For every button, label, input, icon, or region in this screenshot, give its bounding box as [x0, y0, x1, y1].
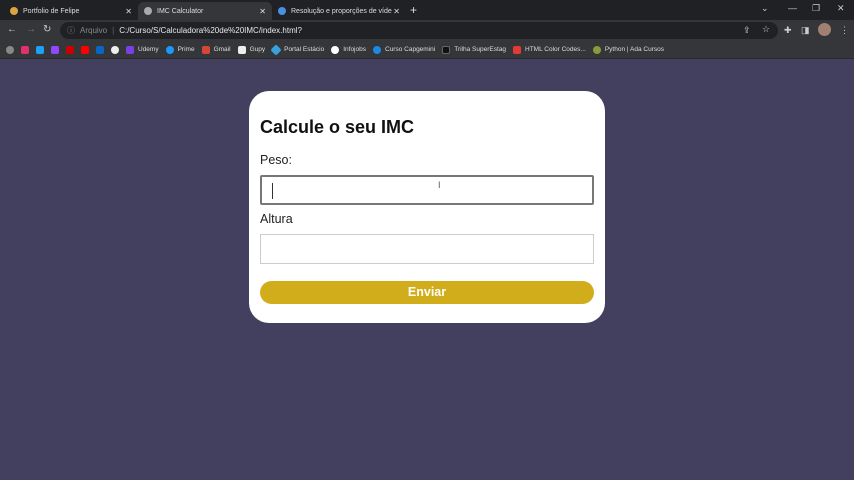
- menu-icon[interactable]: ⋮: [840, 25, 849, 36]
- bookmark-gupy[interactable]: Gupy: [237, 45, 266, 54]
- toolbar: ← → ↻ ⓘ Arquivo | C:/Curso/S/Calculadora…: [0, 20, 854, 41]
- globe-icon: [144, 7, 152, 15]
- estacio-icon: [270, 43, 282, 56]
- text-caret: [272, 183, 273, 199]
- bookmark-label: Prime: [177, 46, 195, 53]
- tab-bar: Portfolio de Felipe ✕ IMC Calculator ✕ Res…: [0, 0, 854, 20]
- bookmark-label: Udemy: [138, 46, 159, 53]
- prime-icon: [165, 45, 174, 54]
- bookmark-label: Gupy: [249, 46, 266, 53]
- capgemini-icon: [373, 45, 381, 54]
- text-cursor-icon: I: [438, 180, 441, 190]
- bookmark-gmail[interactable]: Gmail: [201, 45, 231, 54]
- form-title: Calcule o seu IMC: [260, 117, 415, 137]
- superestag-icon: [442, 45, 451, 54]
- infojobs-icon: [331, 45, 340, 54]
- extensions-icon[interactable]: ✚: [784, 25, 792, 36]
- tab-imc-calculator[interactable]: IMC Calculator ✕: [138, 2, 272, 20]
- bookmark-star-icon[interactable]: ☆: [762, 24, 770, 35]
- bookmark-prime[interactable]: Prime: [165, 45, 195, 54]
- enviar-button[interactable]: Enviar: [260, 281, 594, 304]
- html-color-icon: [513, 45, 522, 54]
- peso-input[interactable]: I: [260, 175, 594, 205]
- minimize-button[interactable]: —: [788, 3, 797, 13]
- reload-button[interactable]: ↻: [43, 24, 51, 35]
- info-icon: ⓘ: [67, 26, 75, 35]
- gmail-icon: [201, 45, 210, 54]
- youtube-icon[interactable]: [81, 45, 89, 54]
- close-window-button[interactable]: ✕: [837, 3, 845, 14]
- bookmark-icon[interactable]: [6, 45, 14, 54]
- address-bar[interactable]: ⓘ Arquivo | C:/Curso/S/Calculadora%20de%…: [60, 22, 778, 39]
- forward-button[interactable]: →: [26, 24, 36, 35]
- tab-label: Resolução e proporções de víde: [291, 7, 392, 15]
- close-tab-icon[interactable]: ✕: [393, 6, 400, 16]
- bookmark-capgemini[interactable]: Curso Capgemini: [373, 45, 436, 54]
- bookmark-portal-estacio[interactable]: Portal Estácio: [270, 43, 325, 56]
- bookmark-label: Infojobs: [343, 46, 366, 53]
- instagram-icon[interactable]: [21, 45, 29, 54]
- avatar[interactable]: [818, 23, 831, 36]
- bookmark-label: Gmail: [213, 46, 231, 53]
- linkedin-icon[interactable]: [96, 45, 104, 54]
- bookmark-label: Portal Estácio: [284, 46, 325, 53]
- twitter-icon[interactable]: [36, 45, 44, 54]
- bookmark-html-color-codes[interactable]: HTML Color Codes...: [513, 45, 586, 54]
- new-tab-button[interactable]: +: [410, 3, 417, 17]
- share-icon[interactable]: ⇪: [743, 25, 751, 36]
- gupy-icon: [237, 45, 246, 54]
- address-url: C:/Curso/S/Calculadora%20de%20IMC/index.…: [119, 26, 302, 35]
- tab-label: Portfolio de Felipe: [23, 7, 80, 15]
- github-icon[interactable]: [111, 45, 119, 54]
- altura-input[interactable]: [260, 234, 594, 264]
- favicon-icon: [10, 7, 18, 15]
- tab-search-icon[interactable]: ⌄: [761, 3, 769, 14]
- bookmark-label: Trilha SuperEstag: [454, 46, 507, 53]
- close-tab-icon[interactable]: ✕: [125, 7, 132, 16]
- bookmark-udemy[interactable]: Udemy: [126, 45, 159, 54]
- chrome-icon: [278, 7, 286, 15]
- bookmark-superestag[interactable]: Trilha SuperEstag: [442, 45, 507, 54]
- udemy-icon: [126, 45, 134, 54]
- peso-label: Peso:: [260, 153, 292, 167]
- ada-icon: [592, 45, 601, 54]
- bookmark-ada[interactable]: Python | Ada Cursos: [592, 45, 664, 54]
- tab-portfolio[interactable]: Portfolio de Felipe ✕: [4, 2, 138, 20]
- bookmark-label: Curso Capgemini: [385, 46, 436, 53]
- restore-button[interactable]: ❐: [812, 3, 820, 14]
- bookmark-label: Python | Ada Cursos: [604, 46, 664, 53]
- tab-resolucao[interactable]: Resolução e proporções de víde ✕: [272, 2, 406, 20]
- bookmark-red-icon[interactable]: [66, 45, 74, 54]
- twitch-icon[interactable]: [51, 45, 59, 54]
- side-panel-icon[interactable]: ◨: [801, 25, 810, 36]
- back-button[interactable]: ←: [7, 24, 17, 35]
- close-tab-icon[interactable]: ✕: [259, 7, 266, 16]
- bookmark-label: HTML Color Codes...: [525, 46, 586, 53]
- imc-form-card: Calcule o seu IMC Peso: I Altura Enviar: [249, 91, 605, 323]
- address-scheme: Arquivo: [80, 26, 108, 35]
- bookmarks-bar: Udemy Prime Gmail Gupy Portal Estácio In…: [0, 41, 854, 59]
- tab-label: IMC Calculator: [157, 7, 204, 15]
- bookmark-infojobs[interactable]: Infojobs: [331, 45, 366, 54]
- altura-label: Altura: [260, 212, 293, 226]
